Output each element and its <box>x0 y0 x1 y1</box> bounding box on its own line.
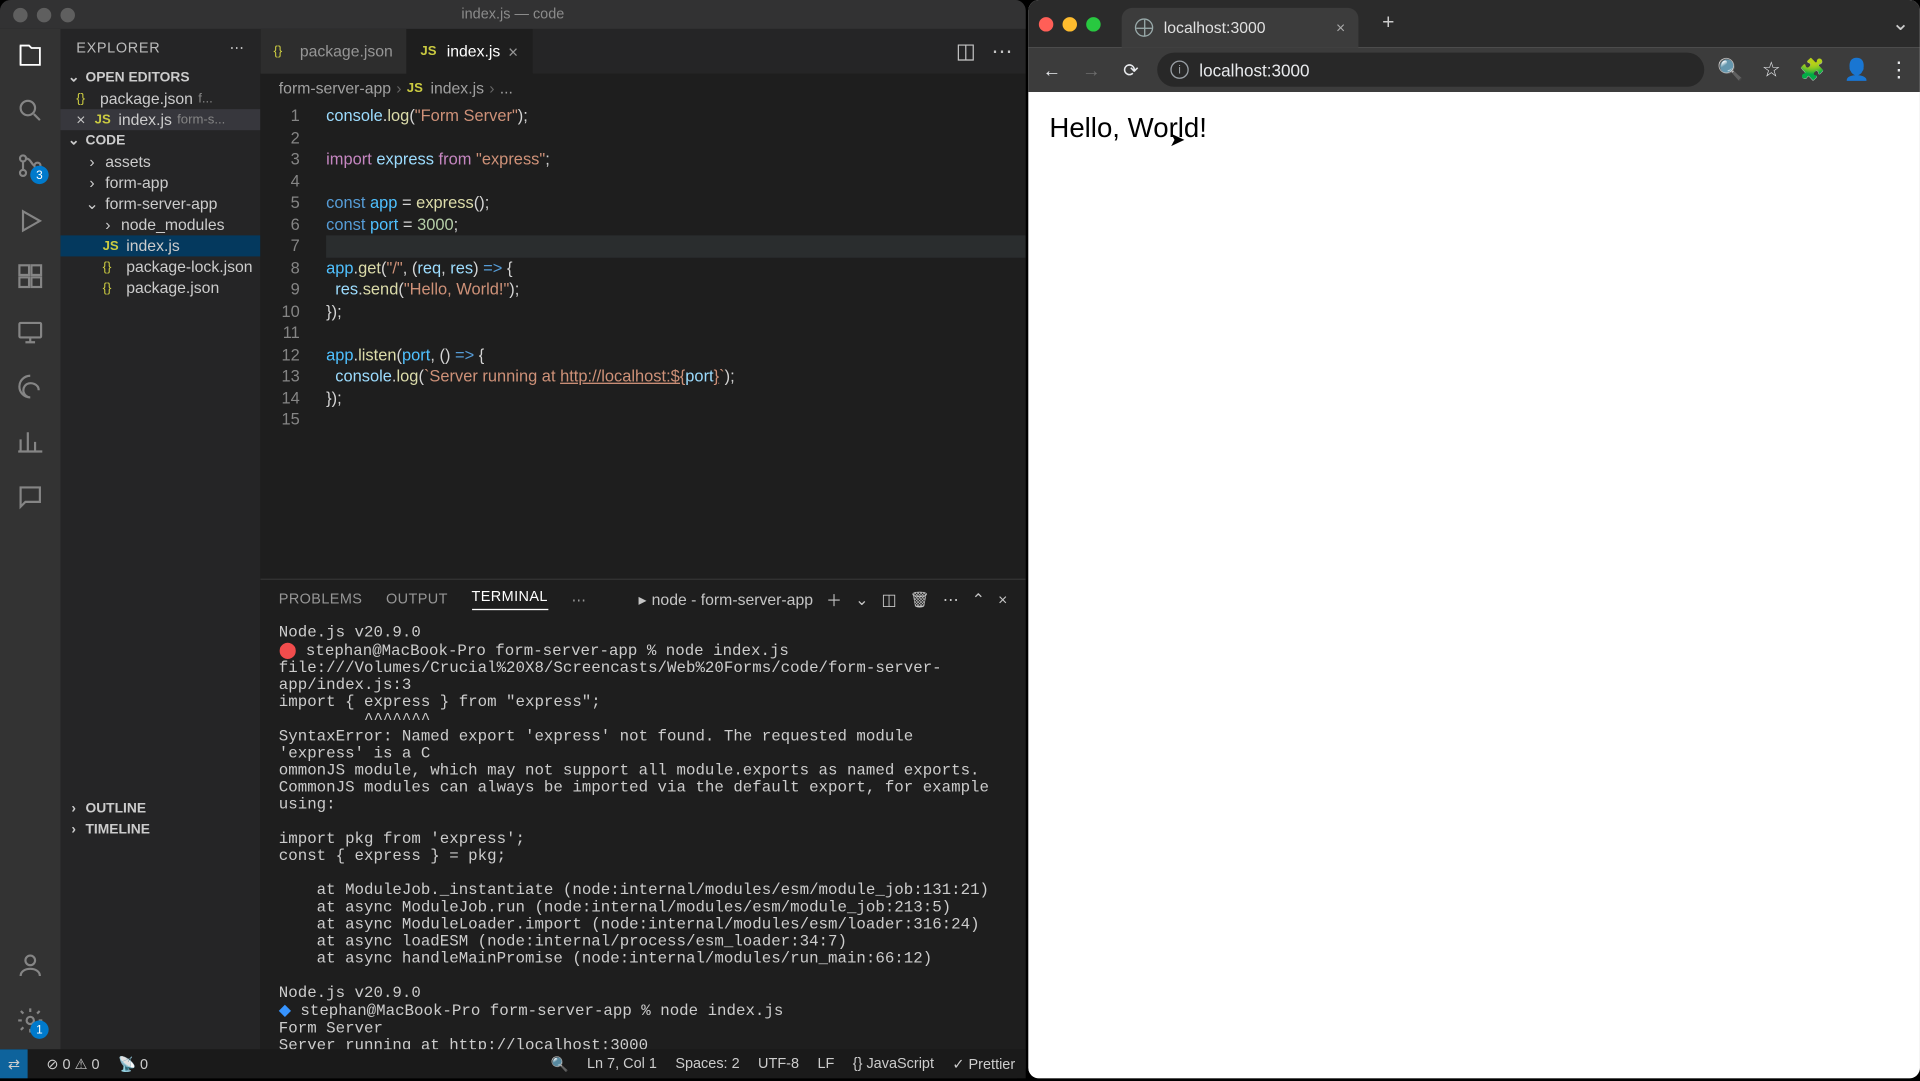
terminal-output[interactable]: Node.js v20.9.0 ⬤ stephan@MacBook-Pro fo… <box>260 619 1025 1049</box>
activity-bar: 3 1 <box>0 29 60 1049</box>
split-editor-icon[interactable]: ◫ <box>956 38 976 64</box>
titlebar: index.js — code <box>0 0 1026 29</box>
globe-icon <box>1135 18 1153 36</box>
split-terminal-icon[interactable]: ◫ <box>882 590 897 608</box>
timeline-header[interactable]: ›TIMELINE <box>60 819 260 840</box>
new-tab-button[interactable]: + <box>1372 12 1405 36</box>
window-title: index.js — code <box>461 7 564 23</box>
status-eol[interactable]: LF <box>817 1056 834 1072</box>
open-editor-item[interactable]: ×JSindex.js form-s... <box>60 109 260 130</box>
outline-header[interactable]: ›OUTLINE <box>60 798 260 819</box>
status-ports[interactable]: 📡 0 <box>118 1055 148 1072</box>
panel-tab-output[interactable]: OUTPUT <box>386 592 448 608</box>
status-language[interactable]: {} JavaScript <box>853 1056 934 1072</box>
remote-indicator[interactable]: ⇄ <box>0 1049 28 1078</box>
comment-icon[interactable] <box>14 481 46 513</box>
status-bar: ⇄ ⊘ 0 ⚠ 0 📡 0 🔍 Ln 7, Col 1 Spaces: 2 UT… <box>0 1049 1026 1078</box>
status-cursor-pos[interactable]: Ln 7, Col 1 <box>587 1056 657 1072</box>
more-icon[interactable]: ⋯ <box>571 591 585 608</box>
remote-explorer-icon[interactable] <box>14 316 46 348</box>
zoom-icon[interactable]: 🔍 <box>1717 57 1743 83</box>
close-icon[interactable]: × <box>508 41 518 61</box>
reload-button[interactable]: ⟳ <box>1118 59 1144 81</box>
tab-package-json[interactable]: {}package.json <box>260 29 407 74</box>
folder-node-modules[interactable]: ›node_modules <box>60 214 260 235</box>
panel-tab-problems[interactable]: PROBLEMS <box>279 592 363 608</box>
tab-index-js[interactable]: JSindex.js× <box>407 29 532 74</box>
breadcrumb[interactable]: form-server-app› JSindex.js› ... <box>260 74 1025 103</box>
status-prettier[interactable]: ✓ Prettier <box>952 1055 1015 1072</box>
explorer-icon[interactable] <box>14 39 46 71</box>
minimize-dot[interactable] <box>37 7 51 21</box>
settings-gear-icon[interactable]: 1 <box>14 1005 46 1037</box>
bookmark-star-icon[interactable]: ☆ <box>1762 57 1781 83</box>
status-indent[interactable]: Spaces: 2 <box>675 1056 739 1072</box>
more-icon[interactable]: ⋯ <box>992 38 1013 64</box>
extensions-puzzle-icon[interactable]: 🧩 <box>1799 57 1825 83</box>
browser-tab[interactable]: localhost:3000 × <box>1122 8 1359 47</box>
folder-form-app[interactable]: ›form-app <box>60 172 260 193</box>
chrome-window: localhost:3000 × + ⌄ ← → ⟳ i localhost:3… <box>1028 0 1920 1078</box>
folder-form-server-app[interactable]: ⌄form-server-app <box>60 193 260 214</box>
explorer-title: EXPLORER <box>76 40 160 56</box>
graph-icon[interactable] <box>14 426 46 458</box>
mouse-cursor-icon: ➤ <box>1169 128 1186 152</box>
more-icon[interactable]: ⋯ <box>943 590 959 608</box>
close-dot[interactable] <box>1039 16 1053 30</box>
chrome-tabstrip: localhost:3000 × + ⌄ <box>1028 0 1920 47</box>
editor-area: {}package.json JSindex.js× ◫ ⋯ form-serv… <box>260 29 1025 1049</box>
accounts-icon[interactable] <box>14 949 46 981</box>
page-viewport: Hello, World! ➤ <box>1028 92 1920 1078</box>
search-icon[interactable] <box>14 95 46 127</box>
file-package-lock[interactable]: {}package-lock.json <box>60 256 260 277</box>
close-tab-icon[interactable]: × <box>1336 18 1345 36</box>
maximize-panel-icon[interactable]: ⌃ <box>972 590 985 608</box>
close-panel-icon[interactable]: × <box>998 590 1007 608</box>
chevron-down-icon[interactable]: ⌄ <box>855 590 868 608</box>
file-package-json[interactable]: {}package.json <box>60 277 260 298</box>
kill-terminal-icon[interactable]: 🗑 <box>910 590 930 608</box>
sidebar: EXPLORER ⋯ ⌄OPEN EDITORS {}package.json … <box>60 29 260 1049</box>
open-editors-header[interactable]: ⌄OPEN EDITORS <box>60 67 260 88</box>
address-bar[interactable]: i localhost:3000 <box>1157 53 1704 87</box>
close-dot[interactable] <box>13 7 27 21</box>
menu-icon[interactable]: ⋮ <box>1888 57 1909 83</box>
forward-button[interactable]: → <box>1078 59 1104 80</box>
new-terminal-icon[interactable]: ＋ <box>826 588 842 610</box>
run-debug-icon[interactable] <box>14 205 46 237</box>
open-editor-item[interactable]: {}package.json f... <box>60 88 260 109</box>
zoom-dot[interactable] <box>60 7 74 21</box>
back-button[interactable]: ← <box>1039 59 1065 80</box>
panel-tab-terminal[interactable]: TERMINAL <box>472 589 548 610</box>
more-icon[interactable]: ⋯ <box>229 39 244 56</box>
source-control-icon[interactable]: 3 <box>14 150 46 182</box>
zoom-dot[interactable] <box>1086 16 1100 30</box>
profile-icon[interactable]: 👤 <box>1844 57 1870 83</box>
code-editor[interactable]: 123456789101112131415 console.log("Form … <box>260 103 1025 579</box>
chrome-toolbar: ← → ⟳ i localhost:3000 🔍 ☆ 🧩 👤 ⋮ <box>1028 47 1920 92</box>
status-search-icon[interactable]: 🔍 <box>551 1055 569 1072</box>
minimize-dot[interactable] <box>1063 16 1077 30</box>
file-index-js[interactable]: JSindex.js <box>60 235 260 256</box>
terminal-picker[interactable]: ▸ node - form-server-app <box>638 590 813 608</box>
tab-list-icon[interactable]: ⌄ <box>1892 11 1910 37</box>
tab-bar: {}package.json JSindex.js× ◫ ⋯ <box>260 29 1025 74</box>
extensions-icon[interactable] <box>14 260 46 292</box>
folder-assets[interactable]: ›assets <box>60 151 260 172</box>
status-errors[interactable]: ⊘ 0 ⚠ 0 <box>46 1055 99 1072</box>
vscode-window: index.js — code 3 1 EXPLORER ⋯ ⌄OPEN EDI… <box>0 0 1026 1078</box>
site-info-icon[interactable]: i <box>1170 60 1188 78</box>
status-encoding[interactable]: UTF-8 <box>758 1056 799 1072</box>
workspace-header[interactable]: ⌄CODE <box>60 130 260 151</box>
bottom-panel: PROBLEMS OUTPUT TERMINAL ⋯ ▸ node - form… <box>260 579 1025 1050</box>
edge-tools-icon[interactable] <box>14 371 46 403</box>
